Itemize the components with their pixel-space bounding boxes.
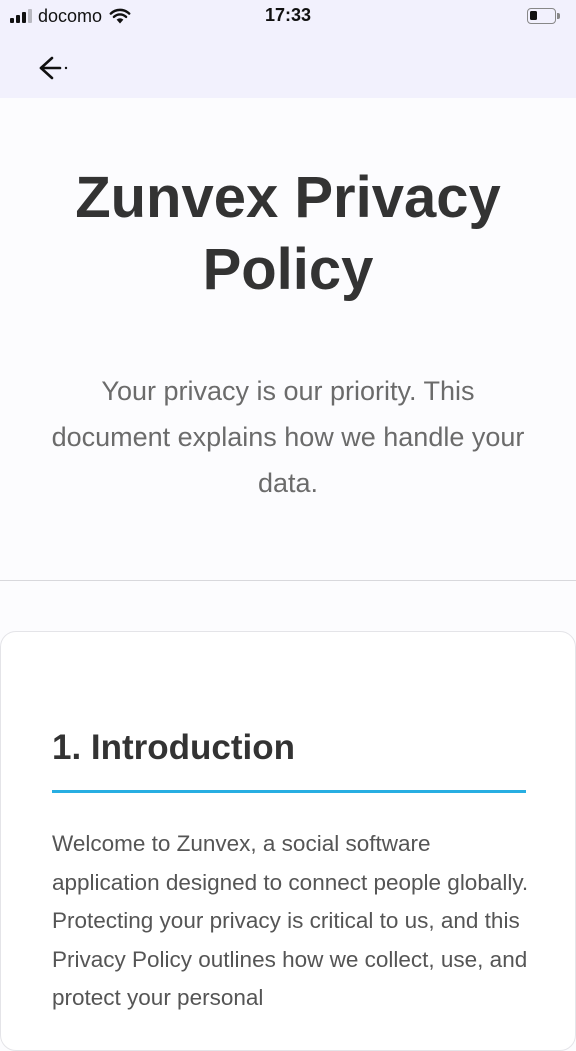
battery-cap [557,13,560,19]
status-time: 17:33 [264,5,312,25]
section-heading: 1. Introduction [52,728,296,767]
section-body: Welcome to Zunvex, a social software app… [52,831,529,1010]
arrow-left-icon [39,56,68,80]
status-bar: docomo 17:33 [0,0,576,36]
section-divider [52,790,526,793]
page-title: Zunvex Privacy Policy [75,165,501,302]
page-subtitle: Your privacy is our priority. This docum… [51,376,525,498]
hero-section: Zunvex Privacy Policy Your privacy is ou… [0,98,576,581]
back-button[interactable] [28,50,68,86]
policy-section-card: 1. Introduction Welcome to Zunvex, a soc… [0,631,576,1051]
battery-icon [527,8,560,24]
battery-level [530,11,537,20]
app-bar [0,36,576,98]
